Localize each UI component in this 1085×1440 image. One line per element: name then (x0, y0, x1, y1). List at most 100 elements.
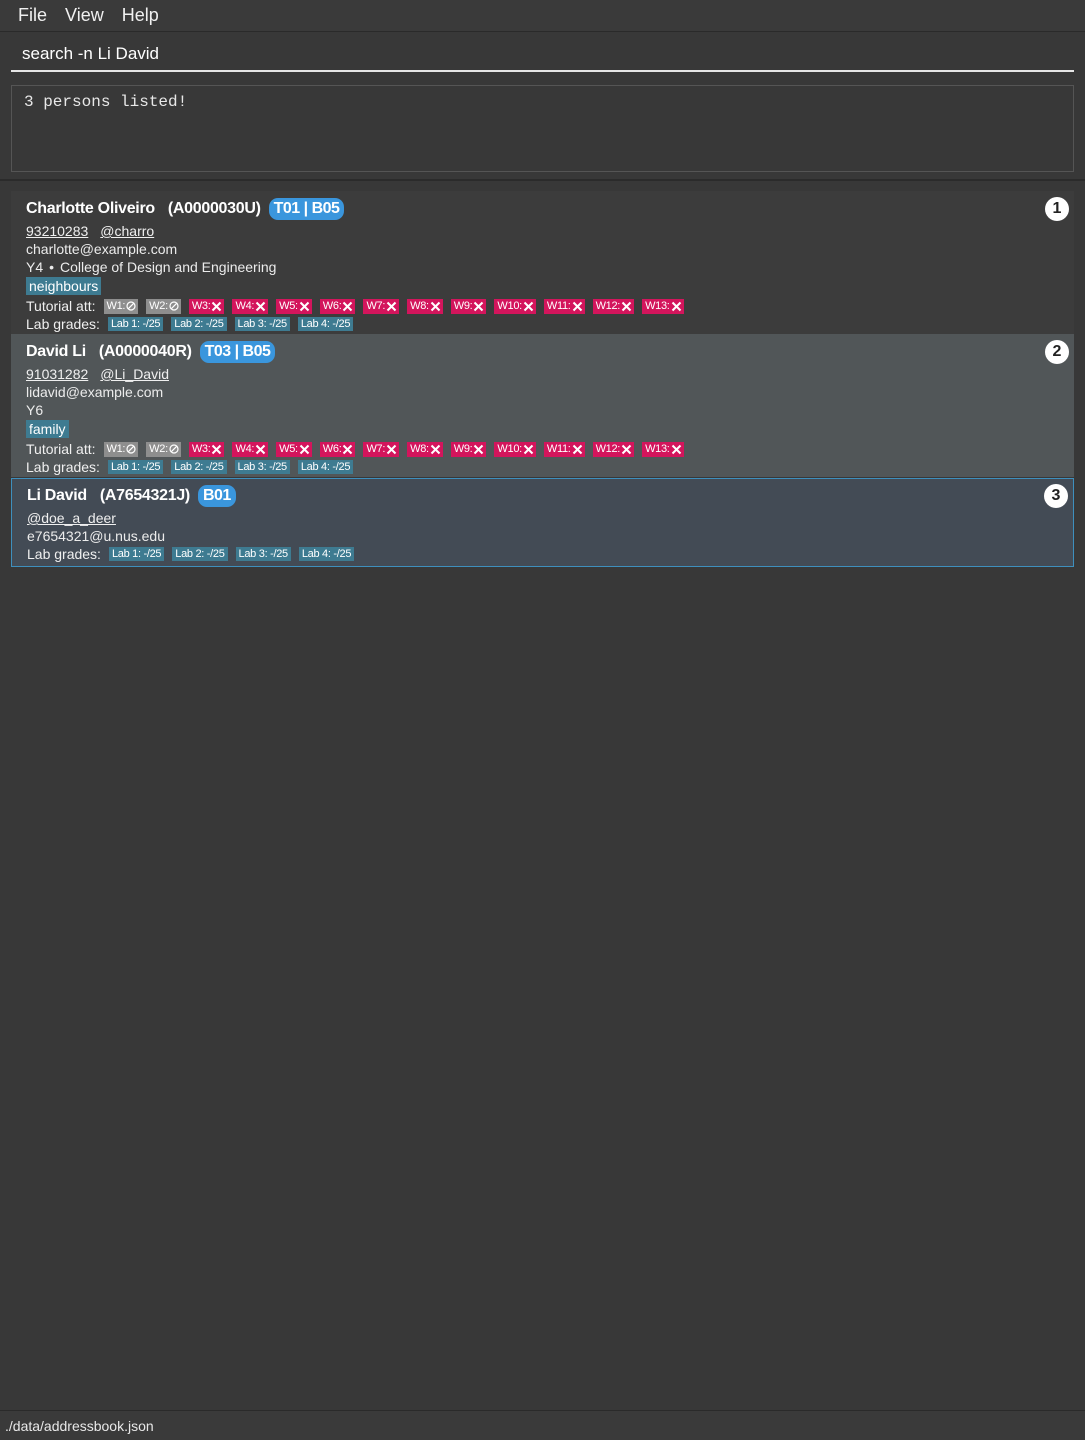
attendance-chip: W2: (146, 441, 181, 457)
attendance-label: Tutorial att: (26, 298, 96, 314)
telegram-link[interactable]: @Li_David (100, 366, 169, 383)
attendance-chip: W6: (319, 441, 356, 457)
menu-help[interactable]: Help (113, 5, 168, 26)
attendance-chip: W6: (319, 298, 356, 314)
attendance-chip: W3: (188, 298, 225, 314)
command-box (11, 38, 1074, 74)
index-badge: 1 (1045, 197, 1069, 221)
lab-grade-chip: Lab 2: -/25 (171, 316, 227, 331)
cross-icon (341, 444, 353, 455)
person-card[interactable]: 2 David Li (A0000040R) T03 | B05 9103128… (11, 334, 1074, 477)
circle-slash-icon (125, 444, 136, 454)
cross-icon (522, 444, 534, 455)
attendance-chip: W8: (407, 298, 443, 314)
cross-icon (472, 301, 484, 312)
week-label: W7: (366, 443, 386, 455)
week-label: W12: (595, 443, 621, 455)
attendance-label: Tutorial att: (26, 441, 96, 457)
tag: neighbours (26, 277, 102, 295)
person-list[interactable]: 1 Charlotte Oliveiro (A0000030U) T01 | B… (0, 179, 1085, 1409)
menu-file[interactable]: File (0, 5, 56, 26)
cross-icon (385, 301, 397, 312)
lab-label: Lab grades: (26, 458, 100, 475)
cross-icon (429, 301, 441, 312)
attendance-chip: W11: (543, 298, 585, 314)
attendance-chip: W1: (103, 441, 139, 457)
lab-label: Lab grades: (27, 545, 101, 562)
lab-grade-chip: Lab 4: -/25 (297, 316, 354, 331)
attendance-chip: W7: (363, 298, 400, 314)
phone-link[interactable]: 91031282 (26, 366, 88, 383)
email: charlotte@example.com (26, 241, 178, 257)
menu-bar: File View Help (0, 0, 1085, 32)
attendance-chip: W10: (494, 441, 536, 457)
person-name: Charlotte Oliveiro (26, 200, 155, 217)
lab-grade-chip: Lab 1: -/25 (107, 316, 164, 331)
week-label: W8: (410, 443, 429, 455)
cross-icon (571, 444, 583, 455)
status-bar: ./data/addressbook.json (0, 1410, 1085, 1440)
lab-grade-chip: Lab 1: -/25 (108, 546, 165, 561)
attendance-chip: W4: (232, 441, 269, 457)
menu-view[interactable]: View (56, 5, 113, 26)
week-label: W6: (322, 300, 342, 312)
week-label: W10: (497, 443, 522, 455)
cross-icon (385, 444, 397, 455)
cross-icon (341, 301, 353, 312)
week-label: W2: (149, 300, 168, 312)
cross-icon (254, 444, 266, 455)
lab-grade-chip: Lab 4: -/25 (297, 459, 354, 474)
lab-grade-chip: Lab 4: -/25 (298, 546, 355, 561)
telegram-link[interactable]: @charro (100, 223, 154, 240)
week-label: W3: (191, 300, 211, 312)
week-label: W10: (497, 300, 522, 312)
attendance-row: Tutorial att: W1: W2: W3: W4: W5: W6: W7: W8: W9… (26, 440, 1059, 458)
student-id: (A0000030U) (167, 200, 261, 217)
cross-icon (298, 301, 310, 312)
attendance-chip: W5: (276, 298, 312, 314)
tag: family (26, 420, 69, 438)
attendance-chip: W10: (494, 298, 536, 314)
cross-icon (571, 301, 583, 312)
attendance-chip: W9: (450, 441, 487, 457)
circle-slash-icon (168, 301, 179, 311)
cross-icon (670, 301, 682, 312)
phone-link[interactable]: 93210283 (26, 223, 88, 240)
week-label: W6: (322, 443, 342, 455)
person-card-selected[interactable]: 3 Li David (A7654321J) B01 @doe_a_deer e… (11, 478, 1074, 567)
lab-row: Lab grades: Lab 1: -/25 Lab 2: -/25 Lab 3:… (26, 315, 1059, 332)
cross-icon (429, 444, 441, 455)
save-location: ./data/addressbook.json (5, 1417, 154, 1434)
telegram-link[interactable]: @doe_a_deer (27, 510, 116, 527)
person-card[interactable]: 1 Charlotte Oliveiro (A0000030U) T01 | B… (11, 191, 1074, 334)
week-label: W2: (149, 443, 168, 455)
week-label: W11: (546, 300, 571, 312)
cross-icon (522, 301, 534, 312)
group-badge: T01 | B05 (268, 198, 345, 220)
week-label: W1: (106, 443, 126, 455)
cross-icon (210, 301, 222, 312)
week-label: W7: (366, 300, 386, 312)
student-id: (A0000040R) (98, 343, 192, 360)
year: Y6 (26, 402, 44, 418)
result-display: 3 persons listed! (11, 85, 1074, 172)
attendance-chip: W2: (146, 298, 181, 314)
attendance-chip: W8: (407, 441, 443, 457)
attendance-chip: W4: (232, 298, 269, 314)
cross-icon (210, 444, 222, 455)
year: Y4 (26, 259, 44, 275)
lab-grade-chip: Lab 1: -/25 (107, 459, 164, 474)
week-label: W9: (453, 300, 473, 312)
email: e7654321@u.nus.edu (27, 528, 165, 544)
attendance-chip: W12: (592, 298, 635, 314)
week-label: W5: (279, 300, 298, 312)
person-name: Li David (27, 487, 87, 504)
cross-icon (254, 301, 266, 312)
week-label: W8: (410, 300, 429, 312)
lab-grade-chip: Lab 2: -/25 (172, 546, 228, 561)
attendance-chip: W3: (188, 441, 225, 457)
person-name: David Li (26, 343, 86, 360)
index-badge: 3 (1044, 484, 1068, 508)
command-input[interactable] (11, 38, 1074, 72)
week-label: W13: (645, 443, 670, 455)
